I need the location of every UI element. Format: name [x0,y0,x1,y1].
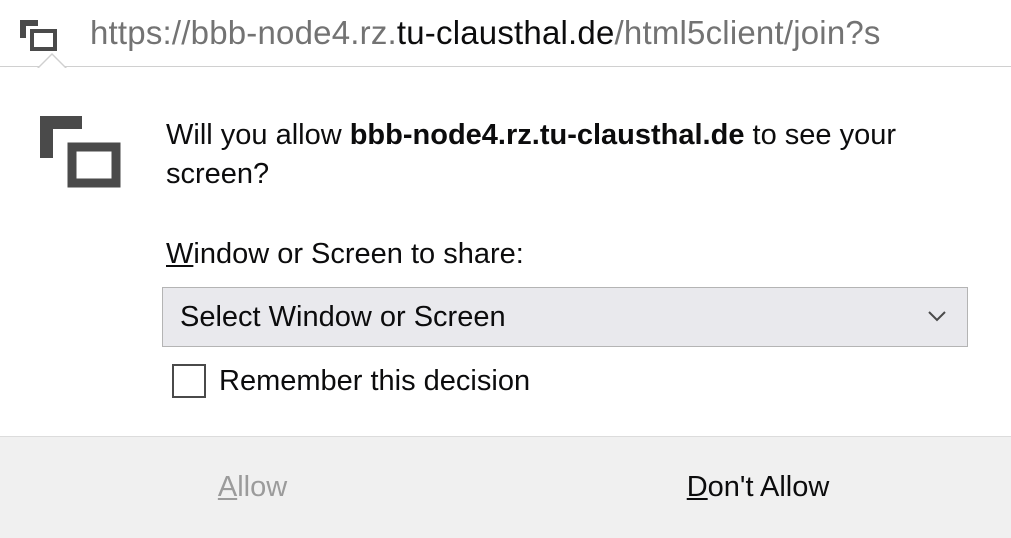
remember-decision-checkbox[interactable] [172,364,206,398]
message-before: Will you allow [166,119,350,151]
url-prefix: https://bbb-node4.rz. [90,14,397,51]
dont-allow-button[interactable]: Don't Allow [505,437,1011,538]
remember-decision-label[interactable]: Remember this decision [219,363,530,399]
allow-accesskey: A [217,471,238,503]
dont-allow-label-rest: on't Allow [707,471,830,503]
url-domain: tu-clausthal.de [396,14,615,51]
share-label-rest: indow or Screen to share: [193,238,524,270]
dont-allow-accesskey: D [686,471,708,503]
url-bar[interactable]: https://bbb-node4.rz.tu-clausthal.de/htm… [0,0,1011,68]
allow-label-rest: llow [237,471,288,503]
screen-share-icon [40,116,121,188]
allow-button[interactable]: Allow [0,437,505,538]
message-host: bbb-node4.rz.tu-clausthal.de [349,119,745,151]
panel-arrow-fill [38,55,66,69]
panel-footer: Allow Don't Allow [0,436,1011,538]
chevron-down-icon [928,311,946,322]
url-suffix: /html5client/join?s [614,14,881,51]
share-source-select-value: Select Window or Screen [180,301,506,333]
share-source-select[interactable]: Select Window or Screen [162,287,968,347]
share-select-label: Window or Screen to share: [166,236,524,272]
permission-message: Will you allow bbb-node4.rz.tu-clausthal… [166,116,966,194]
share-label-accesskey: W [166,238,194,270]
url-text[interactable]: https://bbb-node4.rz.tu-clausthal.de/htm… [90,13,881,53]
screen-share-icon[interactable] [18,18,58,52]
